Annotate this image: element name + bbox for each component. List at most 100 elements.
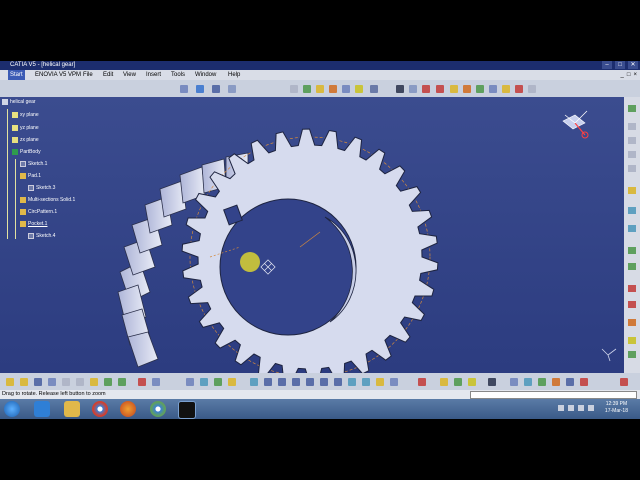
swap-icon[interactable] (390, 378, 398, 386)
measure-icon[interactable] (418, 378, 426, 386)
zoom-in-icon[interactable] (306, 378, 314, 386)
ie-icon[interactable] (34, 401, 50, 417)
table-icon[interactable] (186, 378, 194, 386)
menu-edit[interactable]: Edit (103, 70, 113, 80)
doc-minimize-button[interactable]: _ (621, 70, 624, 80)
hole-icon[interactable] (628, 225, 636, 232)
tool-icon[interactable] (628, 137, 636, 144)
shell-icon[interactable] (628, 301, 636, 308)
tool-icon[interactable] (628, 165, 636, 172)
cube-icon[interactable] (316, 85, 324, 93)
mirror-icon[interactable] (628, 319, 636, 326)
minimize-button[interactable]: – (602, 61, 612, 69)
save-icon[interactable] (34, 378, 42, 386)
tool-icon[interactable] (228, 378, 236, 386)
3d-viewport[interactable]: helical gear xy plane yz plane zx plane … (0, 97, 624, 373)
redo-icon[interactable] (118, 378, 126, 386)
normal-view-icon[interactable] (370, 85, 378, 93)
rotation-center-marker[interactable] (240, 252, 260, 272)
whats-this-icon[interactable] (138, 378, 146, 386)
formula-icon[interactable] (489, 85, 497, 93)
fit-all-icon[interactable] (264, 378, 272, 386)
apply-material-icon[interactable] (463, 85, 471, 93)
plane-icon[interactable] (450, 85, 458, 93)
workbench-icon[interactable] (628, 105, 636, 112)
cut-icon[interactable] (62, 378, 70, 386)
help-icon[interactable] (152, 378, 160, 386)
view-mode-icon[interactable] (362, 378, 370, 386)
tool-icon[interactable] (566, 378, 574, 386)
tree-node-root[interactable]: helical gear (2, 99, 36, 105)
tool-icon[interactable] (468, 378, 476, 386)
render-icon[interactable] (329, 85, 337, 93)
tool-icon[interactable] (524, 378, 532, 386)
menu-window[interactable]: Window (195, 70, 216, 80)
axis-icon[interactable] (528, 85, 536, 93)
rotate-icon[interactable] (228, 85, 236, 93)
doc-close-button[interactable]: × (633, 70, 637, 80)
copy-icon[interactable] (76, 378, 84, 386)
shaft-icon[interactable] (628, 207, 636, 214)
tool-icon[interactable] (580, 378, 588, 386)
tool-icon[interactable] (214, 378, 222, 386)
chrome-alt-icon[interactable] (150, 401, 166, 417)
fly-mode-icon[interactable] (180, 85, 188, 93)
tree-node-pocket[interactable]: Pocket.1 (20, 221, 47, 227)
menu-tools[interactable]: Tools (171, 70, 185, 80)
network-icon[interactable] (568, 405, 574, 411)
rotate-icon[interactable] (292, 378, 300, 386)
menu-enovia[interactable]: ENOVIA V5 VPM (35, 70, 81, 80)
explorer-icon[interactable] (64, 401, 80, 417)
chamfer-icon[interactable] (628, 263, 636, 270)
chrome-icon[interactable] (92, 401, 108, 417)
tree-node-circpattern[interactable]: CircPattern.1 (20, 209, 57, 215)
maximize-button[interactable]: □ (615, 61, 625, 69)
menu-insert[interactable]: Insert (146, 70, 161, 80)
measure-item-icon[interactable] (436, 85, 444, 93)
menu-view[interactable]: View (123, 70, 136, 80)
hide-show-icon[interactable] (376, 378, 384, 386)
sketcher-icon[interactable] (396, 85, 404, 93)
normal-view-icon[interactable] (334, 378, 342, 386)
pattern-tool-icon[interactable] (628, 337, 636, 344)
catia-icon[interactable] (178, 401, 196, 419)
undo-icon[interactable] (104, 378, 112, 386)
menu-help[interactable]: Help (228, 70, 240, 80)
views-icon[interactable] (348, 378, 356, 386)
tool-icon[interactable] (488, 378, 496, 386)
tool-icon[interactable] (628, 151, 636, 158)
pan-icon[interactable] (212, 85, 220, 93)
shading-icon[interactable] (303, 85, 311, 93)
tool-icon[interactable] (200, 378, 208, 386)
measure-icon[interactable] (422, 85, 430, 93)
material-icon[interactable] (440, 378, 448, 386)
zoom-out-icon[interactable] (320, 378, 328, 386)
compass-icon[interactable] (562, 110, 589, 139)
tree-node-multi-sections[interactable]: Multi-sections Solid.1 (20, 197, 75, 203)
tray-icon[interactable] (558, 405, 564, 411)
tree-node-yz-plane[interactable]: yz plane (12, 125, 39, 131)
tree-node-sketch1[interactable]: Sketch.1 (20, 161, 47, 167)
tree-node-sketch4[interactable]: Sketch.4 (28, 233, 55, 239)
tree-node-xy-plane[interactable]: xy plane (12, 112, 39, 118)
close-button[interactable]: ✕ (628, 61, 638, 69)
fillet-icon[interactable] (628, 247, 636, 254)
volume-icon[interactable] (578, 405, 584, 411)
tree-node-partbody[interactable]: PartBody (12, 149, 41, 155)
tool-icon[interactable] (538, 378, 546, 386)
command-input[interactable] (470, 391, 637, 399)
menu-start[interactable]: Start (8, 70, 25, 80)
fly-icon[interactable] (250, 378, 258, 386)
draft-icon[interactable] (628, 285, 636, 292)
scale-icon[interactable] (628, 351, 636, 358)
tree-node-pad1[interactable]: Pad.1 (20, 173, 41, 179)
print-icon[interactable] (48, 378, 56, 386)
system-clock[interactable]: 12:39 PM 17-Mar-18 (605, 401, 628, 415)
windows-start-icon[interactable] (4, 401, 20, 417)
tool-icon[interactable] (454, 378, 462, 386)
tool-icon[interactable] (628, 123, 636, 130)
tool-icon[interactable] (510, 378, 518, 386)
paste-icon[interactable] (90, 378, 98, 386)
tree-node-zx-plane[interactable]: zx plane (12, 137, 39, 143)
tool-icon[interactable] (552, 378, 560, 386)
